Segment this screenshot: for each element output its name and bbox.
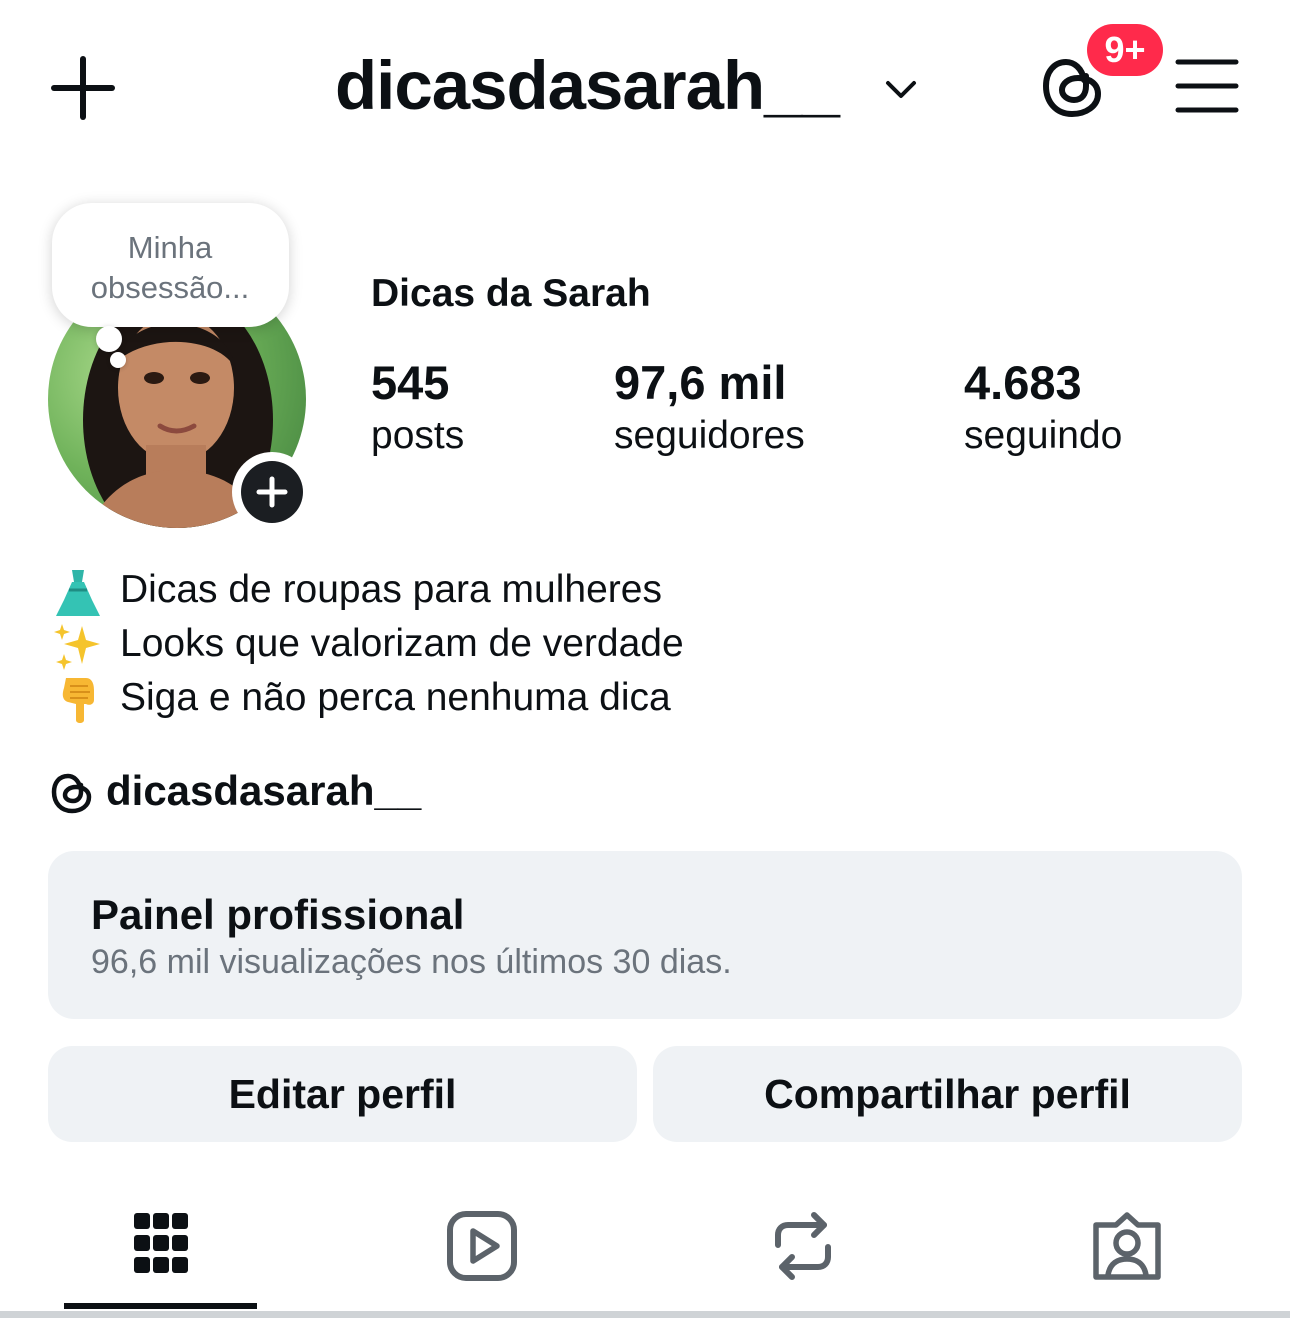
tab-reposts[interactable]: [762, 1205, 844, 1287]
tab-reels[interactable]: [441, 1205, 523, 1287]
create-button[interactable]: [50, 55, 116, 121]
bio-text: Looks que valorizam de verdade: [120, 622, 684, 665]
note-bubble-dot: [96, 326, 122, 352]
active-tab-indicator: [64, 1303, 257, 1309]
professional-dashboard-subtitle: 96,6 mil visualizações nos últimos 30 di…: [91, 943, 732, 981]
tab-tagged[interactable]: [1086, 1205, 1168, 1287]
profile-username[interactable]: dicasdasarah__: [335, 44, 840, 128]
dress-emoji-icon: [56, 569, 100, 616]
notification-badge: 9+: [1087, 24, 1163, 76]
pointing-down-emoji-icon: [62, 677, 94, 723]
posts-grid-preview[interactable]: [0, 1311, 1290, 1318]
plus-icon-circle: [241, 461, 303, 523]
stat-posts[interactable]: 545 posts: [371, 354, 464, 460]
threads-icon: [51, 773, 92, 814]
hamburger-menu-icon: [1175, 59, 1239, 113]
bio-text: Siga e não perca nenhuma dica: [120, 676, 671, 719]
share-profile-button[interactable]: Compartilhar perfil: [653, 1046, 1242, 1142]
chevron-down-icon[interactable]: [884, 72, 918, 106]
bio-line: Dicas de roupas para mulheres: [52, 563, 662, 617]
bio-text: Dicas de roupas para mulheres: [120, 568, 662, 611]
stat-value: 4.683: [964, 356, 1082, 409]
display-name: Dicas da Sarah: [371, 272, 651, 315]
tagged-icon: [1093, 1212, 1161, 1280]
sparkles-emoji-icon: [54, 623, 100, 670]
stat-label: seguindo: [964, 414, 1123, 457]
stat-following[interactable]: 4.683 seguindo: [964, 354, 1122, 460]
bio-line: Looks que valorizam de verdade: [52, 617, 684, 671]
tab-grid[interactable]: [120, 1205, 202, 1287]
reels-icon: [447, 1211, 517, 1281]
edit-profile-button[interactable]: Editar perfil: [48, 1046, 637, 1142]
note-bubble-dot: [110, 352, 126, 368]
reposts-icon: [775, 1212, 831, 1280]
plus-icon: [256, 476, 288, 508]
stat-followers[interactable]: 97,6 mil seguidores: [614, 354, 805, 460]
add-story-button[interactable]: [232, 452, 312, 532]
stat-value: 97,6 mil: [614, 356, 787, 409]
stat-label: posts: [371, 414, 465, 457]
stat-label: seguidores: [614, 414, 805, 457]
bio-line: Siga e não perca nenhuma dica: [52, 671, 671, 725]
menu-button[interactable]: [1175, 57, 1239, 115]
stat-value: 545: [371, 356, 450, 409]
note-text: Minha obsessão...: [90, 230, 250, 305]
grid-icon: [134, 1213, 188, 1273]
professional-dashboard-title: Painel profissional: [91, 891, 465, 938]
threads-handle: dicasdasarah__: [106, 767, 422, 814]
plus-icon: [51, 56, 115, 120]
